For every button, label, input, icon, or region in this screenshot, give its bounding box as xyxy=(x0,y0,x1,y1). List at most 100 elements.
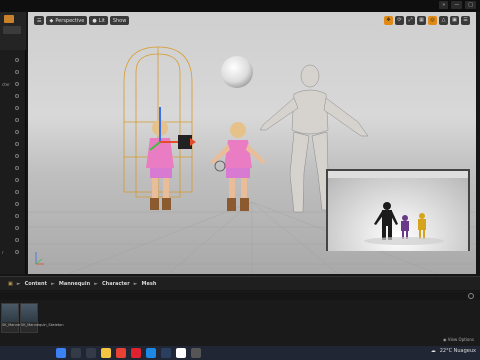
child-character xyxy=(210,122,266,211)
panel-header xyxy=(0,12,26,50)
chrome-icon[interactable] xyxy=(116,348,126,358)
folder-icon[interactable]: ▣ xyxy=(8,281,13,287)
visibility-icon[interactable] xyxy=(15,190,19,194)
place-mode-icon[interactable] xyxy=(4,15,14,23)
panel-item[interactable] xyxy=(2,104,24,112)
angle-snap-icon[interactable]: △ xyxy=(439,16,448,25)
chevron-right-icon: ► xyxy=(51,280,55,287)
scale-tool-icon[interactable]: ⤢ xyxy=(406,16,415,25)
chevron-right-icon: ► xyxy=(16,280,21,287)
asset-thumbnail xyxy=(21,304,37,322)
panel-search-input[interactable] xyxy=(3,26,21,34)
transform-tools: ✥ ⟳ ⤢ ▦ ◎ △ ▣ ☰ xyxy=(384,16,470,25)
breadcrumb-mesh[interactable]: Mesh xyxy=(142,281,157,287)
maximize-button[interactable]: □ xyxy=(465,1,476,9)
taskview-icon[interactable] xyxy=(86,348,96,358)
visibility-icon[interactable] xyxy=(15,58,19,62)
lit-button[interactable]: ● Lit xyxy=(89,16,108,25)
unreal-icon[interactable] xyxy=(176,348,186,358)
panel-item[interactable] xyxy=(2,68,24,76)
show-label: Show xyxy=(112,17,127,24)
app-icon[interactable] xyxy=(191,348,201,358)
rotate-tool-icon[interactable]: ⟳ xyxy=(395,16,404,25)
panel-item[interactable] xyxy=(2,212,24,220)
lit-label: Lit xyxy=(98,17,105,24)
visibility-icon[interactable] xyxy=(15,142,19,146)
preview-figures xyxy=(364,202,444,245)
panel-item[interactable] xyxy=(2,56,24,64)
chevron-right-icon[interactable]: » xyxy=(439,1,449,9)
photoshop-icon[interactable] xyxy=(146,348,156,358)
visibility-icon[interactable] xyxy=(15,226,19,230)
minimize-button[interactable]: — xyxy=(451,1,463,9)
viewport-options-button[interactable]: ☰ xyxy=(34,16,45,25)
asset-label: SK_Mannequin xyxy=(2,323,28,327)
visibility-icon[interactable] xyxy=(15,250,19,254)
breadcrumb: ▣ ► Content ► Mannequin ► Character ► Me… xyxy=(0,276,480,290)
level-viewport[interactable]: ☰ ◆ Perspective ● Lit Show ✥ ⟳ ⤢ ▦ ◎ △ ▣ ☰ xyxy=(28,12,476,274)
asset-thumbnail xyxy=(2,304,18,322)
breadcrumb-character[interactable]: Character xyxy=(102,281,130,287)
panel-item[interactable] xyxy=(2,188,24,196)
panel-item[interactable] xyxy=(2,236,24,244)
view-options-label: View Options xyxy=(447,337,474,342)
file-explorer-icon[interactable] xyxy=(101,348,111,358)
camera-speed-icon[interactable]: ▣ xyxy=(450,16,459,25)
windows-start-icon[interactable] xyxy=(56,348,66,358)
axis-indicator xyxy=(35,252,44,265)
panel-item-label: cter xyxy=(2,81,10,87)
panel-item[interactable]: r xyxy=(2,248,24,256)
visibility-icon[interactable] xyxy=(15,118,19,122)
sphere-mesh xyxy=(221,56,253,88)
panel-item[interactable] xyxy=(2,92,24,100)
visibility-icon[interactable] xyxy=(15,154,19,158)
visibility-icon[interactable] xyxy=(15,106,19,110)
panel-item[interactable] xyxy=(2,164,24,172)
search-icon[interactable] xyxy=(71,348,81,358)
panel-item[interactable] xyxy=(2,200,24,208)
visibility-icon[interactable] xyxy=(15,70,19,74)
maximize-viewport-icon[interactable]: ☰ xyxy=(461,16,470,25)
surface-snap-icon[interactable]: ◎ xyxy=(428,16,437,25)
chevron-right-icon: ► xyxy=(94,280,98,287)
visibility-icon[interactable] xyxy=(15,238,19,242)
system-tray: ☁ 22°C Nuageux xyxy=(431,348,476,354)
visibility-icon[interactable] xyxy=(15,202,19,206)
breadcrumb-mannequin[interactable]: Mannequin xyxy=(59,281,90,287)
view-options-button[interactable]: ◉ View Options xyxy=(443,337,474,342)
title-bar xyxy=(0,0,480,12)
windows-taskbar xyxy=(0,346,480,360)
content-filter-bar xyxy=(0,292,480,300)
panel-item[interactable]: cter xyxy=(2,80,24,88)
steam-icon[interactable] xyxy=(161,348,171,358)
visibility-icon[interactable] xyxy=(15,82,19,86)
panel-item[interactable] xyxy=(2,128,24,136)
panel-item[interactable] xyxy=(2,152,24,160)
viewport-toolbar: ☰ ◆ Perspective ● Lit Show xyxy=(34,16,130,25)
weather-label[interactable]: 22°C Nuageux xyxy=(440,348,476,354)
perspective-label: Perspective xyxy=(55,17,85,24)
visibility-icon[interactable] xyxy=(15,214,19,218)
show-button[interactable]: Show xyxy=(109,16,130,25)
grid-snap-icon[interactable]: ▦ xyxy=(417,16,426,25)
asset-tile[interactable]: SK_Mannequin xyxy=(1,303,28,333)
search-icon[interactable] xyxy=(468,293,474,299)
visibility-icon[interactable] xyxy=(15,178,19,182)
chevron-right-icon: ► xyxy=(133,280,138,287)
visibility-icon[interactable] xyxy=(15,130,19,134)
panel-item[interactable] xyxy=(2,224,24,232)
translate-tool-icon[interactable]: ✥ xyxy=(384,16,393,25)
breadcrumb-content[interactable]: Content xyxy=(25,281,47,287)
perspective-button[interactable]: ◆ Perspective xyxy=(46,16,88,25)
opera-icon[interactable] xyxy=(131,348,141,358)
panel-item[interactable] xyxy=(2,176,24,184)
visibility-icon[interactable] xyxy=(15,94,19,98)
panel-item[interactable] xyxy=(2,116,24,124)
panel-item[interactable] xyxy=(2,140,24,148)
panel-item-label: r xyxy=(2,249,4,255)
cloud-icon[interactable]: ☁ xyxy=(431,348,436,354)
window-controls: » — □ xyxy=(439,1,476,9)
camera-preview-window xyxy=(326,169,470,251)
visibility-icon[interactable] xyxy=(15,166,19,170)
asset-tile[interactable]: SK_Mannequin_Skeleton xyxy=(20,303,64,333)
